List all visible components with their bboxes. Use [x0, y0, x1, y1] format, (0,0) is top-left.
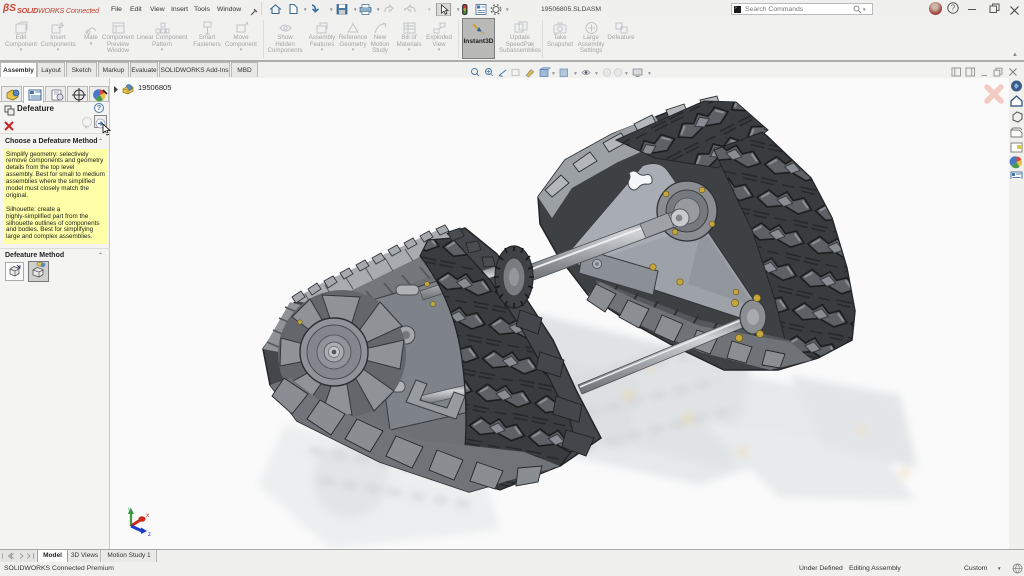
svg-text:▼: ▼	[594, 71, 599, 77]
svg-text:▼: ▼	[647, 71, 652, 77]
svg-text:▼: ▼	[551, 71, 556, 77]
svg-text:?: ?	[951, 4, 956, 13]
svg-text:▼: ▼	[573, 71, 578, 77]
svg-text:x: x	[146, 513, 149, 519]
svg-text:z: z	[148, 532, 151, 537]
svg-text:y: y	[128, 507, 131, 513]
svg-text:▼: ▼	[624, 71, 629, 77]
